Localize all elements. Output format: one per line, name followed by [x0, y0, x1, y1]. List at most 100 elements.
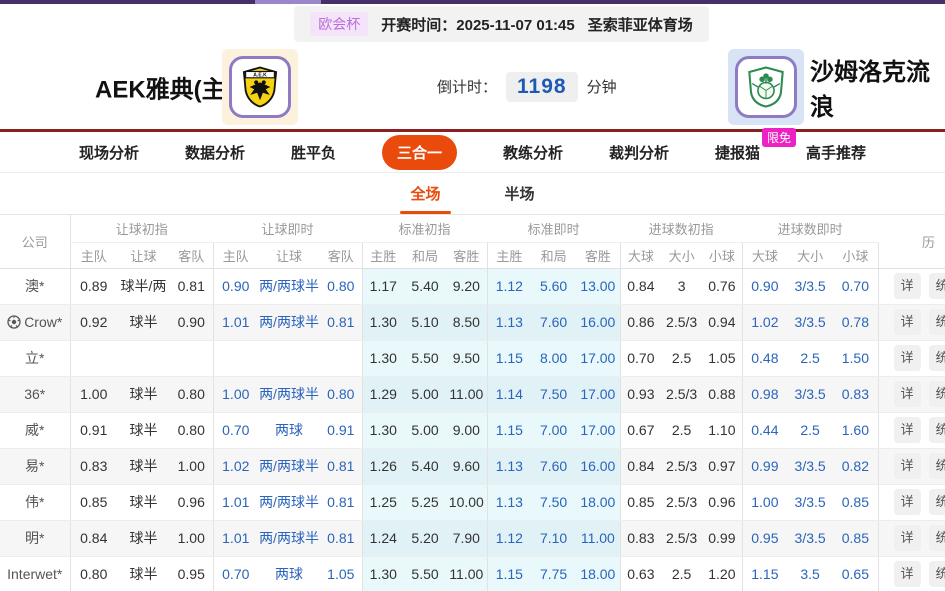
odds-cell: [117, 340, 170, 376]
subtab-全场[interactable]: 全场: [404, 173, 446, 214]
odds-cell: 9.00: [446, 412, 487, 448]
subtab-半场[interactable]: 半场: [499, 173, 541, 214]
stats-button[interactable]: 统: [929, 345, 945, 371]
odds-cell: 球半: [117, 448, 170, 484]
odds-cell: 1.00: [170, 448, 213, 484]
nav-tab-数据分析[interactable]: 数据分析: [185, 142, 245, 163]
stats-button[interactable]: 统: [929, 381, 945, 407]
detail-button[interactable]: 详: [894, 489, 921, 515]
odds-cell: 3/3.5: [787, 448, 833, 484]
detail-button[interactable]: 详: [894, 273, 921, 299]
odds-cell: 5.10: [404, 304, 446, 340]
stats-button[interactable]: 统: [929, 489, 945, 515]
odds-cell: 1.00: [213, 376, 258, 412]
stats-button[interactable]: 统: [929, 417, 945, 443]
odds-cell: 0.88: [702, 376, 742, 412]
odds-cell: 1.50: [833, 340, 878, 376]
group-header-6: 进球数即时: [742, 215, 878, 242]
detail-button[interactable]: 详: [894, 561, 921, 587]
aek-crest-icon: A.E.K: [237, 64, 283, 110]
odds-cell: 0.90: [170, 304, 213, 340]
detail-button[interactable]: 详: [894, 453, 921, 479]
odds-cell: 2.5/3: [661, 484, 702, 520]
sub-header: 客胜: [446, 242, 487, 268]
detail-button[interactable]: 详: [894, 381, 921, 407]
odds-cell: 1.30: [362, 304, 404, 340]
odds-cell: 11.00: [576, 520, 620, 556]
company-name: 伟*: [25, 494, 44, 510]
odds-cell: 8.00: [531, 340, 576, 376]
odds-cell: 0.90: [742, 268, 787, 304]
actions-cell: 详统: [878, 376, 945, 412]
sub-header: 让球: [117, 242, 170, 268]
detail-button[interactable]: 详: [894, 309, 921, 335]
odds-cell: [170, 340, 213, 376]
odds-cell: 3/3.5: [787, 484, 833, 520]
nav-tab-教练分析[interactable]: 教练分析: [503, 142, 563, 163]
detail-button[interactable]: 详: [894, 345, 921, 371]
company-cell: 伟*: [0, 484, 70, 520]
actions-cell: 详统: [878, 520, 945, 556]
odds-cell: 球半/两: [117, 268, 170, 304]
stats-button[interactable]: 统: [929, 273, 945, 299]
detail-button[interactable]: 详: [894, 417, 921, 443]
odds-cell: 球半: [117, 376, 170, 412]
actions-cell: 详统: [878, 484, 945, 520]
svg-text:A.E.K: A.E.K: [253, 73, 267, 79]
odds-cell: 0.80: [170, 376, 213, 412]
odds-cell: 1.30: [362, 340, 404, 376]
odds-cell: 1.01: [213, 484, 258, 520]
stats-button[interactable]: 统: [929, 453, 945, 479]
odds-cell: 5.00: [404, 376, 446, 412]
odds-cell: 1.05: [702, 340, 742, 376]
group-header-4: 标准即时: [487, 215, 620, 242]
table-row: 威*0.91球半0.800.70两球0.911.305.009.001.157.…: [0, 412, 945, 448]
countdown-unit: 分钟: [587, 76, 617, 97]
stats-button[interactable]: 统: [929, 561, 945, 587]
nav-tab-捷报猫[interactable]: 捷报猫限免: [715, 142, 760, 163]
table-row: Crow*0.92球半0.901.01两/两球半0.811.305.108.50…: [0, 304, 945, 340]
nav-tab-三合一[interactable]: 三合一: [382, 135, 457, 170]
nav-tab-胜平负[interactable]: 胜平负: [291, 142, 336, 163]
odds-cell: 0.76: [702, 268, 742, 304]
odds-cell: 两/两球半: [258, 484, 320, 520]
free-badge: 限免: [762, 128, 796, 147]
sub-header: 大球: [620, 242, 661, 268]
odds-cell: 1.12: [487, 268, 531, 304]
odds-cell: 1.20: [702, 556, 742, 591]
odds-cell: 3.5: [787, 556, 833, 591]
odds-cell: 0.91: [320, 412, 362, 448]
detail-button[interactable]: 详: [894, 525, 921, 551]
actions-cell: 详统: [878, 304, 945, 340]
odds-cell: 球半: [117, 520, 170, 556]
actions-cell: 详统: [878, 412, 945, 448]
odds-cell: 5.40: [404, 268, 446, 304]
odds-cell: 17.00: [576, 376, 620, 412]
odds-cell: 2.5: [661, 412, 702, 448]
odds-cell: 1.15: [487, 340, 531, 376]
odds-cell: 18.00: [576, 484, 620, 520]
shamrock-crest-icon: [743, 64, 789, 110]
odds-cell: 0.78: [833, 304, 878, 340]
nav-tab-裁判分析[interactable]: 裁判分析: [609, 142, 669, 163]
table-row: 立*1.305.509.501.158.0017.000.702.51.050.…: [0, 340, 945, 376]
odds-cell: 0.92: [70, 304, 117, 340]
nav-tab-高手推荐[interactable]: 高手推荐: [806, 142, 866, 163]
stats-button[interactable]: 统: [929, 525, 945, 551]
nav-tabs: 现场分析 数据分析 胜平负 三合一 教练分析 裁判分析 捷报猫限免 高手推荐: [0, 129, 945, 173]
odds-cell: 0.84: [620, 448, 661, 484]
top-progress-line: [0, 0, 945, 4]
stats-button[interactable]: 统: [929, 309, 945, 335]
odds-cell: 5.60: [531, 268, 576, 304]
nav-tab-现场分析[interactable]: 现场分析: [79, 142, 139, 163]
sub-header: 小球: [833, 242, 878, 268]
company-header: 公司: [0, 215, 70, 268]
sub-header: 客队: [320, 242, 362, 268]
odds-cell: 2.5: [661, 556, 702, 591]
kickoff-value: 2025-11-07 01:45: [456, 17, 574, 34]
sub-header: 主队: [70, 242, 117, 268]
company-cell: Crow*: [0, 304, 70, 340]
odds-cell: 0.93: [620, 376, 661, 412]
group-header-2: 让球即时: [213, 215, 362, 242]
odds-cell: 两/两球半: [258, 520, 320, 556]
